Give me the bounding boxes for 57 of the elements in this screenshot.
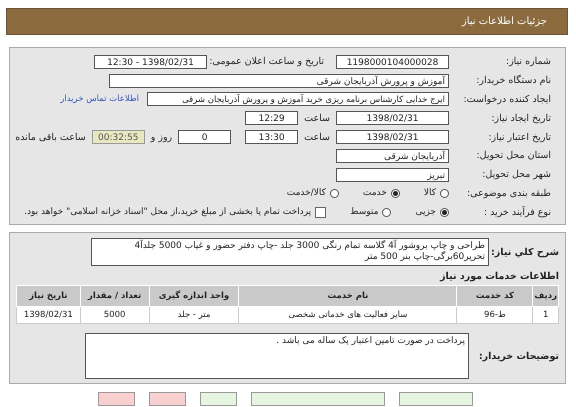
need-number-field: 1198000104000028 xyxy=(336,54,449,69)
column-header: تعداد / مقدار xyxy=(80,286,150,306)
table-cell: ط-96 xyxy=(456,306,533,324)
announce-date-field: 1398/02/31 - 12:30 xyxy=(94,54,207,69)
radio-label: خدمت xyxy=(362,188,387,198)
countdown-field: 00:32:55 xyxy=(92,130,145,144)
field-label: ساعت xyxy=(304,112,330,124)
radio-button[interactable] xyxy=(382,208,392,217)
section-title: اطلاعات خدمات مورد نیاز xyxy=(438,271,559,282)
field-label: تاریخ و ساعت اعلان عمومی: xyxy=(208,56,324,68)
field-label: توضیحات خریدار: xyxy=(478,350,559,362)
radio-label: کالا xyxy=(424,188,436,198)
column-header: کد خدمت xyxy=(456,286,533,306)
table-cell: 5000 xyxy=(80,306,150,324)
radio-button[interactable] xyxy=(440,188,449,198)
checkbox-label: پرداخت تمام یا بخشی از مبلغ خرید،از محل "اسناد خزانه اسلامی" خواهد بود. xyxy=(24,207,312,218)
date-field: 1398/02/31 xyxy=(336,130,449,144)
field-label: تاریخ اعتبار نیاز: xyxy=(487,132,551,143)
table-cell: 1 xyxy=(532,306,558,324)
table-cell: متر - جلد xyxy=(149,306,239,324)
field-label: نام دستگاه خریدار: xyxy=(475,75,551,86)
radio-label: متوسط xyxy=(350,207,378,218)
radio-label: کالا/خدمت xyxy=(286,188,326,198)
notes-field: پرداخت در صورت تامین اعتبار یک ساله می باشد . xyxy=(85,333,469,379)
buyer-field: آموزش و پرورش آذربایجان شرقی xyxy=(109,74,449,88)
radio-button[interactable] xyxy=(440,208,449,217)
radio-button[interactable] xyxy=(390,188,400,198)
radio-button[interactable] xyxy=(330,188,339,198)
field-label: ایجاد کننده درخواست: xyxy=(462,94,551,105)
field-label: شماره نیاز: xyxy=(504,56,551,68)
days-field: 0 xyxy=(178,130,232,144)
city-field: تبریز xyxy=(336,168,449,182)
table-cell: 1398/02/31 xyxy=(16,306,80,324)
description-field: طراحی و چاپ بروشور آ4 گلاسه تمام رنگی 3000 جلد -چاپ دفتر حضور و غیاب 5000 جلدآ4 تحریر60برگی-چاپ بنر 500 متر xyxy=(91,238,489,266)
buyer-contact-link[interactable]: اطلاعات تماس خریدار xyxy=(60,94,139,104)
column-header: واحد اندازه گیری xyxy=(149,286,239,306)
column-header: تاریخ نیاز xyxy=(16,286,80,306)
field-label: روز و xyxy=(150,132,172,143)
creator-field: ایرج خدایی کارشناس برنامه ریزی خرید آموزش و پرورش آذربایجان شرقی xyxy=(147,92,449,106)
column-header: ردیف xyxy=(532,286,558,306)
field-label: نوع فرآیند خرید : xyxy=(482,206,551,218)
table-cell: سایر فعالیت های خدماتی شخصی xyxy=(238,306,457,324)
field-label: شرح کلي نياز: xyxy=(490,246,559,258)
checkbox[interactable] xyxy=(315,206,326,218)
page-title: جزئیات اطلاعات نیاز xyxy=(462,16,547,27)
province-field: آذربایجان شرقی xyxy=(336,148,449,163)
time-field: 13:30 xyxy=(245,130,298,144)
field-label: ساعت باقی مانده xyxy=(15,132,86,143)
date-field: 1398/02/31 xyxy=(336,111,449,126)
field-label: طبقه بندی موضوعی: xyxy=(466,188,551,199)
radio-label: جزیی xyxy=(415,207,436,218)
field-label: استان محل تحویل: xyxy=(475,150,551,162)
time-field: 12:29 xyxy=(245,111,298,126)
column-header: نام خدمت xyxy=(238,286,457,306)
field-label: ساعت xyxy=(304,132,330,143)
field-label: شهر محل تحویل: xyxy=(481,169,551,180)
field-label: تاریخ ایجاد نیاز: xyxy=(490,112,551,124)
